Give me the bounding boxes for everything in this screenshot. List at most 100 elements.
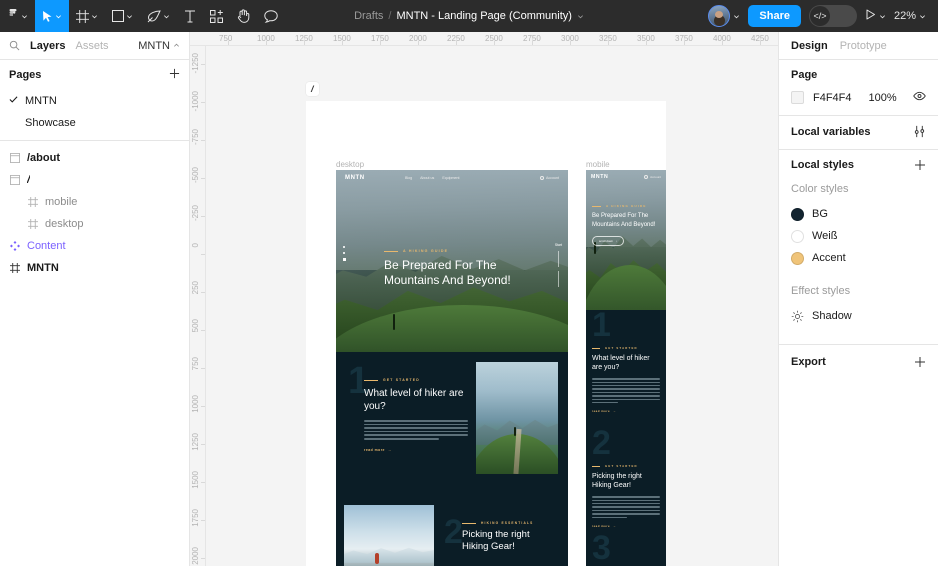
left-sidebar: Layers Assets MNTN Pages MNTN Showcase /… [0,32,190,566]
move-tool-button[interactable] [35,0,69,32]
present-button[interactable] [865,9,886,23]
vertical-ruler: -1250 -1000 -750 -500 -250 0 250 500 750 1000 1250… [190,46,206,566]
nav-account[interactable]: Account [644,175,661,179]
add-style-plus-icon[interactable] [914,159,926,171]
color-style-bg[interactable]: BG [791,203,926,225]
nav-link-equipment[interactable]: Equipment [442,176,459,180]
frame-icon [9,174,21,186]
frame-label-desktop[interactable]: desktop [336,160,364,169]
layer-row-content[interactable]: Content [0,235,189,257]
zoom-chevron-down-icon[interactable] [919,13,926,20]
dev-mode-toggle[interactable]: </> [808,5,857,27]
layer-row-about[interactable]: /about [0,147,189,169]
breadcrumb-project[interactable]: Drafts [354,10,383,22]
mobile-section-1: 1 GET STARTED What level of hiker are yo… [586,308,666,430]
pen-tool-button[interactable] [140,0,177,32]
section-number: 2 [444,513,463,551]
ruler-h-mark [646,41,647,45]
resources-tool-button[interactable] [203,0,230,32]
layer-row-desktop[interactable]: desktop [0,213,189,235]
slider-dot[interactable] [343,246,345,249]
user-avatar-group[interactable] [708,5,740,27]
page-color-swatch[interactable] [791,91,804,104]
read-more-label: read more [364,447,385,452]
page-item-mntn[interactable]: MNTN [0,90,189,112]
text-tool-button[interactable] [177,0,203,32]
canvas-stage[interactable]: / desktop MNTN Blog About us Equipment A… [206,46,778,566]
ruler-h-mark [266,41,267,45]
ruler-v-mark [201,102,205,103]
effect-style-label: Shadow [812,310,852,322]
toolbar-tools [0,0,285,32]
nav-account[interactable]: Account [539,176,559,180]
sliders-icon[interactable] [913,125,926,138]
desktop-frame[interactable]: MNTN Blog About us Equipment Account Sta… [336,170,568,566]
section-read-more-link[interactable]: read more → [364,448,468,452]
eye-icon[interactable] [913,91,926,104]
hero-slider-dots[interactable] [343,246,346,262]
section-title: Picking the right Hiking Gear! [592,473,642,490]
ruler-v-tick: 500 [191,319,200,333]
page-color-opacity[interactable]: 100% [869,92,897,104]
hand-tool-button[interactable] [230,0,257,32]
slider-dot-active[interactable] [343,258,346,262]
comment-tool-button[interactable] [257,0,285,32]
file-menu-chevron-down-icon[interactable] [577,13,584,20]
file-name[interactable]: MNTN - Landing Page (Community) [396,10,571,22]
figma-menu-button[interactable] [0,0,35,32]
breadcrumb-separator: / [388,10,392,22]
nav-link-about[interactable]: About us [420,176,434,180]
shape-tool-button[interactable] [105,0,140,32]
mobile-frame[interactable]: MNTN Account A HIKING GUIDE Be Prepared … [586,170,666,566]
cursor-icon [42,10,53,23]
pages-section-header: Pages [0,60,189,90]
present-chevron-down-icon[interactable] [879,13,886,20]
page-frame-label[interactable]: / [306,82,319,96]
frame-label-mobile[interactable]: mobile [586,160,610,169]
section-read-more-link[interactable]: read more → [592,524,660,528]
ruler-v-tick: -750 [191,129,200,146]
add-export-plus-icon[interactable] [914,356,926,368]
file-chip[interactable]: MNTN [138,40,180,52]
file-chip-label: MNTN [138,39,170,52]
site-logo[interactable]: MNTN [345,175,365,181]
nav-account-label: Account [545,176,559,180]
tab-design[interactable]: Design [791,40,828,52]
effect-style-shadow[interactable]: Shadow [791,305,926,327]
local-variables-section[interactable]: Local variables [779,116,938,150]
hero-scroll-button[interactable]: scroll down ↓ [592,236,625,247]
zoom-control[interactable]: 22% [894,10,926,22]
tab-prototype[interactable]: Prototype [840,40,887,52]
search-icon[interactable] [9,40,20,51]
page-color-hex[interactable]: F4F4F4 [813,92,852,104]
avatar[interactable] [708,5,731,27]
color-style-label: Weiß [812,230,838,242]
slider-dot[interactable] [343,252,345,255]
ruler-h-mark [608,41,609,45]
tab-layers[interactable]: Layers [30,40,65,52]
check-icon [9,95,25,107]
nav-link-blog[interactable]: Blog [405,176,412,180]
section-read-more-link[interactable]: read more → [592,409,660,413]
share-button[interactable]: Share [748,5,801,27]
avatar-chevron-down-icon[interactable] [733,13,740,20]
chevron-down-icon [163,13,170,20]
color-style-weiss[interactable]: Weiß [791,225,926,247]
page-color-row[interactable]: F4F4F4 100% [791,91,926,104]
frame-tool-button[interactable] [69,0,105,32]
page-item-showcase[interactable]: Showcase [0,112,189,134]
add-page-plus-icon[interactable] [169,68,180,82]
ruler-v-tick: 1000 [191,395,200,413]
canvas-area[interactable]: 750 1000 1250 1500 1750 2000 2250 2500 2750 3000 3… [190,32,778,566]
tab-assets[interactable]: Assets [75,40,108,52]
section-2-photo [344,505,434,566]
hero-side-label: Start [554,242,562,247]
layer-row-root[interactable]: / [0,169,189,191]
site-logo[interactable]: MNTN [591,174,608,180]
hero-side-control[interactable]: Start [555,243,562,287]
eyebrow-bar [592,347,600,349]
layer-row-mntn[interactable]: MNTN [0,257,189,279]
color-style-accent[interactable]: Accent [791,247,926,269]
layer-row-mobile[interactable]: mobile [0,191,189,213]
ruler-v-mark [201,520,205,521]
